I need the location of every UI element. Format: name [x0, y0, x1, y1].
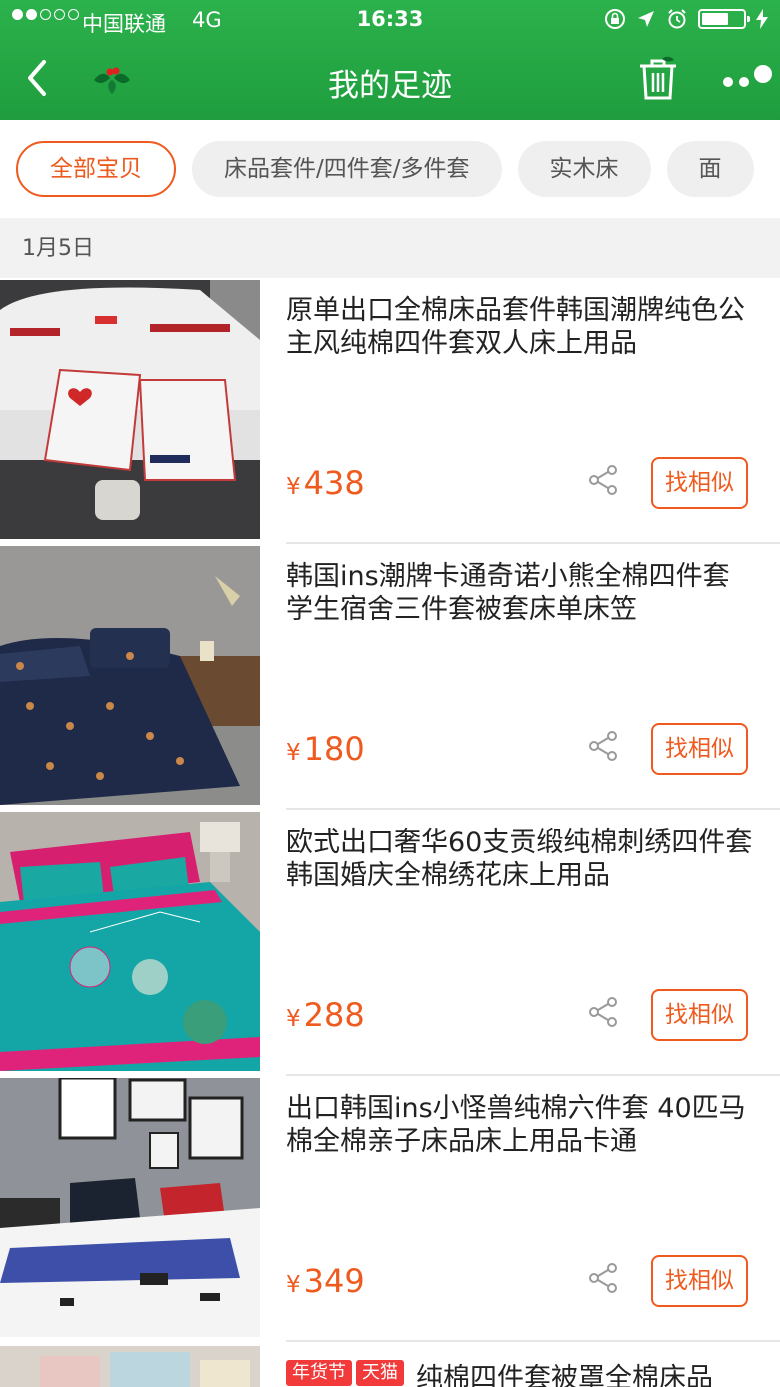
trash-icon[interactable]: [638, 56, 678, 102]
list-item[interactable]: 年货节 天猫 纯棉四件套被罩全棉床品: [0, 1342, 780, 1387]
location-arrow-icon: [638, 11, 654, 27]
category-tabs: 全部宝贝 床品套件/四件套/多件套 实木床 面: [0, 120, 780, 218]
tab-bedding-sets[interactable]: 床品套件/四件套/多件套: [192, 141, 502, 197]
product-price: ¥438: [286, 464, 365, 502]
product-image[interactable]: [0, 546, 260, 805]
product-image[interactable]: [0, 812, 260, 1071]
product-title[interactable]: 原单出口全棉床品套件韩国潮牌纯色公主风纯棉四件套双人床上用品: [286, 294, 756, 360]
battery-icon: [698, 9, 750, 29]
list-item[interactable]: 出口韩国ins小怪兽纯棉六件套 40匹马棉全棉亲子床品床上用品卡通 ¥349 找…: [0, 1076, 780, 1342]
alarm-clock-icon: [668, 9, 686, 29]
product-price: ¥180: [286, 730, 365, 768]
rotation-lock-icon: [605, 9, 625, 29]
product-title[interactable]: 韩国ins潮牌卡通奇诺小熊全棉四件套学生宿舍三件套被套床单床笠: [286, 560, 756, 626]
product-price: ¥288: [286, 996, 365, 1034]
history-list: 原单出口全棉床品套件韩国潮牌纯色公主风纯棉四件套双人床上用品 ¥438 找相似: [0, 278, 780, 1387]
product-title[interactable]: 纯棉四件套被罩全棉床品: [416, 1356, 713, 1387]
more-options-icon[interactable]: [720, 64, 776, 90]
list-item[interactable]: 欧式出口奢华60支贡缎纯棉刺绣四件套 韩国婚庆全棉绣花床上用品 ¥288 找相似: [0, 810, 780, 1076]
tmall-badge: 天猫: [356, 1360, 404, 1386]
date-header: 1月5日: [0, 218, 780, 278]
share-icon[interactable]: [588, 464, 618, 496]
promo-badge: 年货节: [286, 1360, 352, 1386]
product-title[interactable]: 出口韩国ins小怪兽纯棉六件套 40匹马棉全棉亲子床品床上用品卡通: [286, 1092, 756, 1158]
top-bar: 中国联通 4G 16:33 我的足迹: [0, 0, 780, 120]
find-similar-button[interactable]: 找相似: [651, 457, 748, 509]
product-image[interactable]: [0, 1346, 260, 1387]
tab-partial[interactable]: 面: [666, 141, 754, 197]
status-bar: 中国联通 4G 16:33: [0, 0, 780, 40]
list-item[interactable]: 韩国ins潮牌卡通奇诺小熊全棉四件套学生宿舍三件套被套床单床笠 ¥180 找相似: [0, 544, 780, 810]
list-item[interactable]: 原单出口全棉床品套件韩国潮牌纯色公主风纯棉四件套双人床上用品 ¥438 找相似: [0, 278, 780, 544]
tab-all-items[interactable]: 全部宝贝: [16, 141, 176, 197]
share-icon[interactable]: [588, 1262, 618, 1294]
find-similar-button[interactable]: 找相似: [651, 723, 748, 775]
tab-wooden-beds[interactable]: 实木床: [517, 141, 651, 197]
product-price: ¥349: [286, 1262, 365, 1300]
product-title[interactable]: 欧式出口奢华60支贡缎纯棉刺绣四件套 韩国婚庆全棉绣花床上用品: [286, 826, 756, 892]
find-similar-button[interactable]: 找相似: [651, 989, 748, 1041]
product-image[interactable]: [0, 1078, 260, 1337]
charging-bolt-icon: [756, 9, 768, 29]
share-icon[interactable]: [588, 996, 618, 1028]
share-icon[interactable]: [588, 730, 618, 762]
product-image[interactable]: [0, 280, 260, 539]
find-similar-button[interactable]: 找相似: [651, 1255, 748, 1307]
